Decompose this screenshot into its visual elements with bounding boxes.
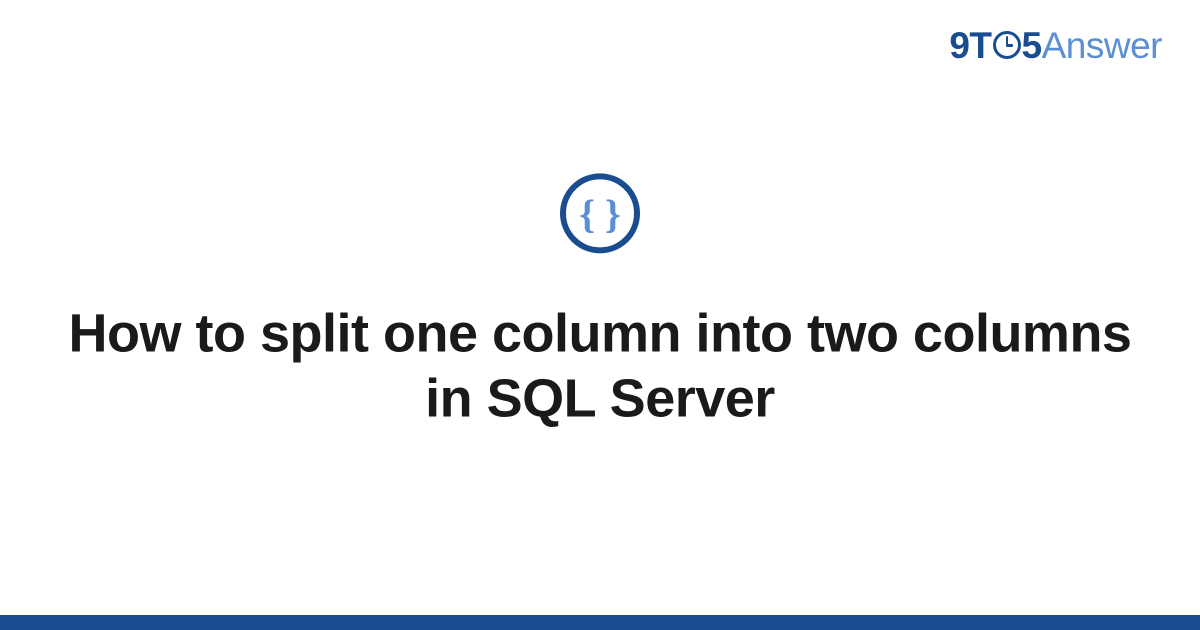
main-content: { } How to split one column into two col… xyxy=(0,173,1200,431)
logo-text-answer: Answer xyxy=(1042,25,1162,66)
site-logo: 9T 5Answer xyxy=(949,25,1162,67)
page-title: How to split one column into two columns… xyxy=(60,301,1140,431)
logo-text-5: 5 xyxy=(1022,25,1042,66)
bottom-accent-bar xyxy=(0,615,1200,630)
logo-text-9t: 9T xyxy=(949,25,991,66)
braces-glyph: { } xyxy=(579,190,621,237)
code-braces-icon: { } xyxy=(560,173,640,253)
clock-icon xyxy=(993,31,1021,59)
